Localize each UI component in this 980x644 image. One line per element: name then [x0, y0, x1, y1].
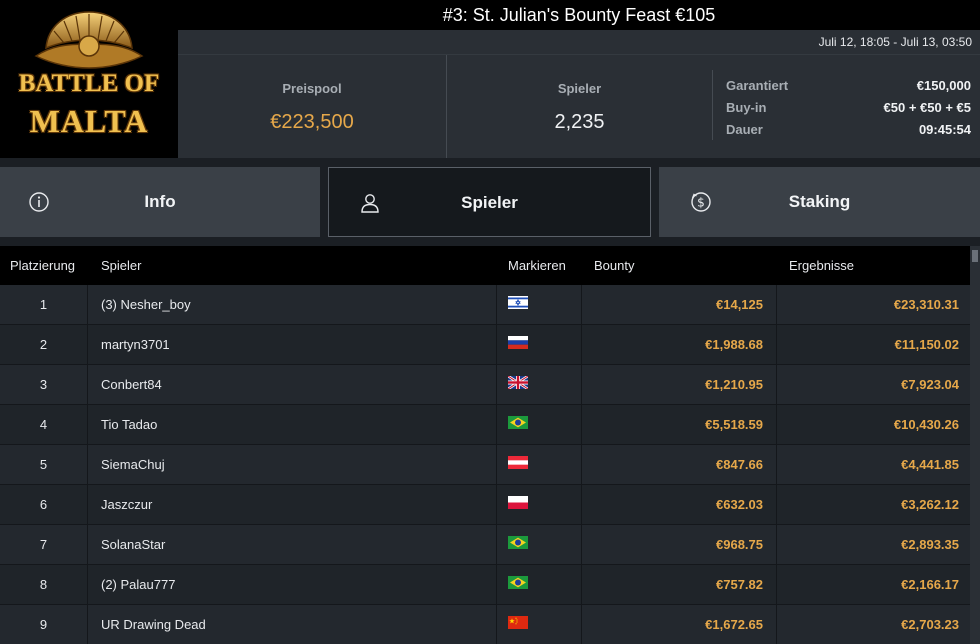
tab-staking-label: Staking	[788, 192, 851, 211]
row-flag	[496, 285, 582, 325]
poland-flag-icon	[508, 496, 528, 509]
header-bounty[interactable]: Bounty	[594, 246, 634, 285]
row-placement: 5	[0, 445, 88, 485]
row-player-name[interactable]: SolanaStar	[101, 525, 165, 565]
row-flag	[496, 405, 582, 445]
table-row[interactable]: 8 (2) Palau777 €757.82 €2,166.17	[0, 565, 970, 605]
row-placement: 7	[0, 525, 88, 565]
row-result: €2,166.17	[901, 577, 959, 592]
shell-emblem-icon	[34, 11, 144, 69]
scrollbar-thumb[interactable]	[972, 250, 978, 262]
prize-pool-stat: Preispool €223,500	[178, 55, 446, 159]
row-player-name[interactable]: Conbert84	[101, 365, 162, 405]
austria-flag-icon	[508, 456, 528, 469]
row-placement: 1	[0, 285, 88, 325]
table-header: Platzierung Spieler Markieren Bounty Erg…	[0, 246, 970, 285]
table-row[interactable]: 6 Jaszczur €632.03 €3,262.12	[0, 485, 970, 525]
logo-line-1: BATTLE OF	[18, 70, 160, 97]
table-row[interactable]: 3 Conbert84 €1,210.95 €7,923.04	[0, 365, 970, 405]
tab-staking[interactable]: $ Staking	[659, 167, 980, 237]
row-bounty: €1,210.95	[582, 365, 777, 405]
row-bounty: €1,988.68	[582, 325, 777, 365]
row-result: €11,150.02	[894, 337, 959, 352]
row-bounty: €14,125	[582, 285, 777, 325]
logo-line-2: MALTA	[29, 103, 149, 139]
row-flag	[496, 365, 582, 405]
detail-value: 09:45:54	[918, 122, 971, 137]
tab-bar: Info Spieler $ Staking	[0, 158, 980, 246]
row-flag	[496, 565, 582, 605]
row-bounty: €847.66	[582, 445, 777, 485]
tab-spieler[interactable]: Spieler	[328, 167, 651, 237]
row-result: €3,262.12	[901, 497, 959, 512]
table-row[interactable]: 1 (3) Nesher_boy €14,125 €23,310.31	[0, 285, 970, 325]
israel-flag-icon	[508, 296, 528, 309]
detail-label: Buy-in	[726, 100, 767, 115]
tab-spieler-label: Spieler	[461, 193, 518, 212]
row-flag	[496, 605, 582, 644]
table-scrollbar[interactable]	[970, 246, 980, 644]
row-placement: 2	[0, 325, 88, 365]
row-player-name[interactable]: Tio Tadao	[101, 405, 157, 445]
header-player[interactable]: Spieler	[101, 246, 141, 285]
row-player-name[interactable]: (2) Palau777	[101, 565, 175, 605]
prize-pool-label: Preispool	[282, 81, 342, 96]
table-row[interactable]: 7 SolanaStar €968.75 €2,893.35	[0, 525, 970, 565]
table-row[interactable]: 2 martyn3701 €1,988.68 €11,150.02	[0, 325, 970, 365]
tab-info-label: Info	[144, 192, 176, 211]
tournament-dates: Juli 12, 18:05 - Juli 13, 03:50	[178, 30, 980, 54]
header-placement[interactable]: Platzierung	[10, 246, 75, 285]
header-mark[interactable]: Markieren	[508, 246, 566, 285]
detail-label: Garantiert	[726, 78, 789, 93]
tournament-title: #3: St. Julian's Bounty Feast €105	[178, 0, 980, 30]
row-result: €7,923.04	[901, 377, 959, 392]
table-row[interactable]: 5 SiemaChuj €847.66 €4,441.85	[0, 445, 970, 485]
row-bounty: €757.82	[582, 565, 777, 605]
brazil-flag-icon	[508, 416, 528, 429]
detail-value: €50 + €50 + €5	[883, 100, 971, 115]
table-row[interactable]: 9 UR Drawing Dead €1,672.65 €2,703.23	[0, 605, 970, 644]
brazil-flag-icon	[508, 536, 528, 549]
detail-value: €150,000	[916, 78, 971, 93]
tournament-details: Garantiert €150,000 Buy-in €50 + €50 + €…	[712, 70, 980, 140]
row-placement: 4	[0, 405, 88, 445]
players-table: Platzierung Spieler Markieren Bounty Erg…	[0, 246, 970, 644]
tab-info[interactable]: Info	[0, 167, 320, 237]
prize-pool-value: €223,500	[270, 111, 354, 133]
row-player-name[interactable]: UR Drawing Dead	[101, 605, 206, 644]
row-result: €2,893.35	[901, 537, 959, 552]
brazil-flag-icon	[508, 576, 528, 589]
row-bounty: €632.03	[582, 485, 777, 525]
row-bounty: €968.75	[582, 525, 777, 565]
row-flag	[496, 525, 582, 565]
row-bounty: €5,518.59	[582, 405, 777, 445]
china-flag-icon	[508, 616, 528, 629]
row-player-name[interactable]: SiemaChuj	[101, 445, 165, 485]
row-player-name[interactable]: (3) Nesher_boy	[101, 285, 191, 325]
players-stat: Spieler 2,235	[446, 55, 712, 159]
table-row[interactable]: 4 Tio Tadao €5,518.59 €10,430.26	[0, 405, 970, 445]
row-placement: 9	[0, 605, 88, 644]
row-result: €23,310.31	[893, 297, 959, 312]
row-result: €4,441.85	[901, 457, 959, 472]
row-result: €2,703.23	[901, 617, 959, 632]
players-label: Spieler	[557, 81, 602, 96]
row-bounty: €1,672.65	[582, 605, 777, 644]
uk-flag-icon	[508, 376, 528, 389]
russia-flag-icon	[508, 336, 528, 349]
row-flag	[496, 325, 582, 365]
tournament-stats: Preispool €223,500 Spieler 2,235 Garanti…	[178, 54, 980, 159]
header-results[interactable]: Ergebnisse	[789, 246, 854, 285]
row-result: €10,430.26	[893, 417, 959, 432]
row-flag	[496, 485, 582, 525]
row-flag	[496, 445, 582, 485]
battle-of-malta-logo: BATTLE OF MALTA	[0, 0, 178, 158]
row-player-name[interactable]: martyn3701	[101, 325, 170, 365]
row-player-name[interactable]: Jaszczur	[101, 485, 152, 525]
row-placement: 6	[0, 485, 88, 525]
row-placement: 8	[0, 565, 88, 605]
detail-label: Dauer	[726, 122, 763, 137]
row-placement: 3	[0, 365, 88, 405]
players-value: 2,235	[554, 111, 605, 133]
